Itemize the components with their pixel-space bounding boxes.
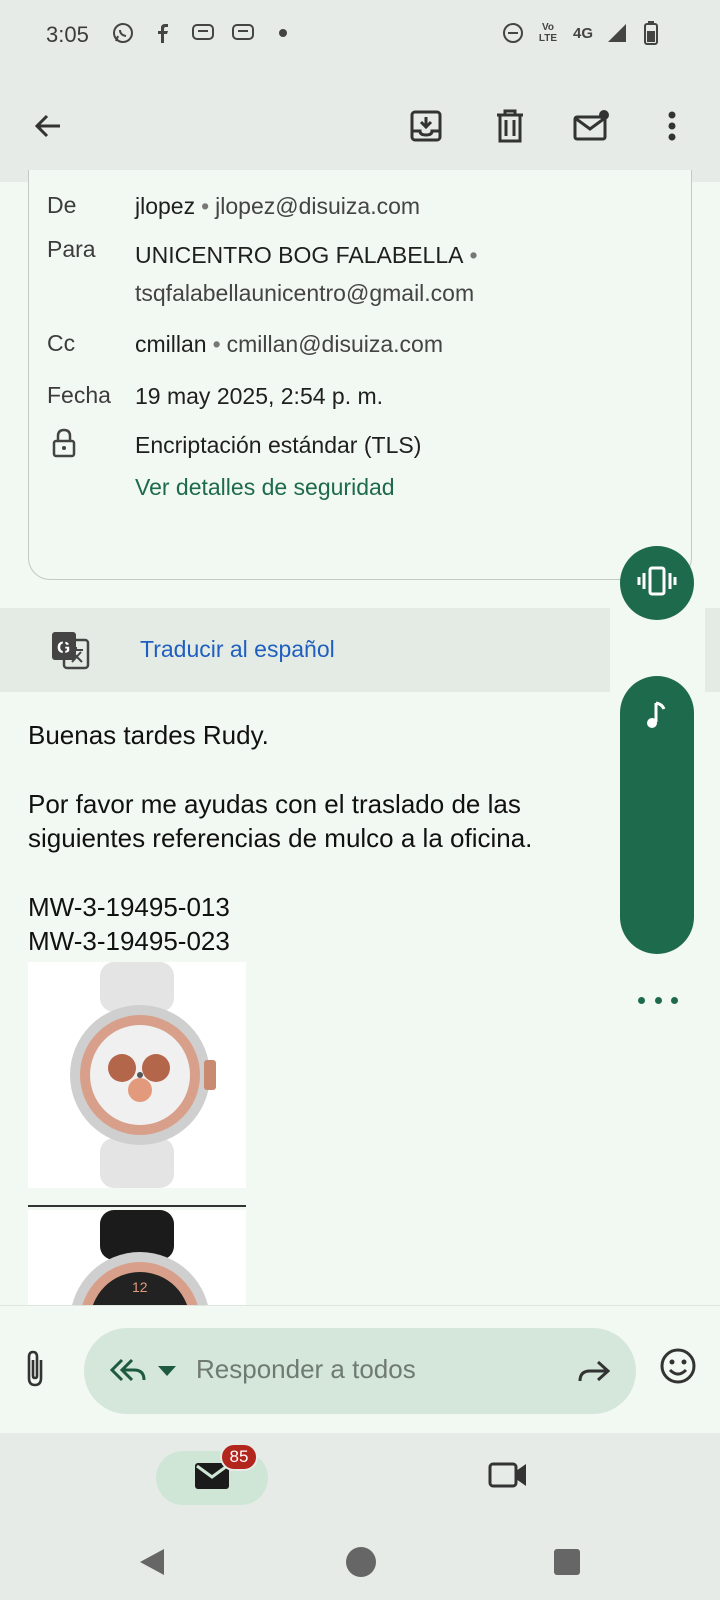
cc-email[interactable]: cmillan@disuiza.com [227,331,443,357]
reference-2: MW-3-19495-023 [28,926,230,956]
bottom-navigation: 85 [0,1433,720,1533]
date-label: Fecha [47,382,111,408]
system-navigation-bar [0,1533,720,1600]
chat-icon [230,20,256,46]
reply-bar: Responder a todos [0,1305,720,1433]
nav-home-icon[interactable] [346,1547,376,1577]
from-row: De jlopez • jlopez@disuiza.com [47,192,421,219]
unread-badge: 85 [220,1443,258,1471]
message-line-1: Por favor me ayudas con el traslado de l… [28,789,521,819]
dnd-icon [500,20,526,46]
reply-all-icon[interactable] [108,1354,148,1388]
notification-icons [110,20,296,46]
lock-icon [47,424,135,508]
reply-input[interactable]: Responder a todos [84,1328,636,1414]
delete-icon[interactable] [486,102,534,150]
music-note-icon [644,700,670,730]
emoji-icon[interactable] [658,1346,698,1386]
message-line-2: siguientes referencias de mulco a la ofi… [28,823,533,853]
from-name: jlopez [135,193,196,219]
nav-back-icon[interactable] [138,1547,166,1582]
svg-text:12: 12 [132,1279,148,1295]
date-value: 19 may 2025, 2:54 p. m. [135,383,384,409]
vibrate-icon [637,565,677,602]
status-time: 3:05 [46,22,89,47]
mark-unread-icon[interactable] [568,102,616,150]
reference-1: MW-3-19495-013 [28,892,230,922]
more-options-icon[interactable] [638,988,678,1012]
security-row: Encriptación estándar (TLS) Ver detalles… [47,424,421,508]
whatsapp-icon [110,20,136,46]
cc-label: Cc [47,330,76,356]
to-label: Para [47,236,96,262]
watch-image-white[interactable] [28,962,246,1188]
from-label: De [47,192,77,218]
dot-icon [270,20,296,46]
forward-icon[interactable] [576,1354,612,1388]
reply-placeholder: Responder a todos [196,1354,416,1384]
translate-link[interactable]: Traducir al español [140,636,335,663]
cc-name: cmillan [135,331,207,357]
vibrate-button[interactable] [620,546,694,620]
system-status-icons: Vo LTE 4G [500,20,664,46]
attach-icon[interactable] [20,1348,62,1390]
back-arrow-icon[interactable] [24,102,72,150]
network-type-icon: 4G [572,24,593,42]
cc-row: Cc cmillan • cmillan@disuiza.com [47,330,443,357]
battery-icon [638,20,664,46]
date-row: Fecha 19 may 2025, 2:54 p. m. [47,382,383,410]
nav-recents-icon[interactable] [554,1549,580,1575]
facebook-icon [150,20,176,46]
video-camera-icon[interactable] [488,1459,528,1499]
app-bar [0,72,720,182]
watch-image-black[interactable]: 12 [28,1210,246,1305]
archive-icon[interactable] [402,102,450,150]
translate-bar-edge [705,608,720,692]
status-bar: 3:05 Vo LTE 4G [0,0,720,72]
signal-icon [604,20,630,46]
volte-icon: Vo LTE [538,22,558,44]
chat-icon [190,20,216,46]
to-name: UNICENTRO BOG FALABELLA [135,242,464,268]
music-control-panel[interactable] [620,676,694,954]
image-divider [28,1205,246,1207]
reply-mode-dropdown-icon[interactable] [158,1366,176,1376]
security-details-link[interactable]: Ver detalles de seguridad [135,474,395,500]
encryption-text: Encriptación estándar (TLS) [135,432,422,458]
to-row: Para UNICENTRO BOG FALABELLA • tsqfalabel… [47,236,484,312]
to-email[interactable]: tsqfalabellaunicentro@gmail.com [135,280,474,306]
message-details-card: De jlopez • jlopez@disuiza.com Para UNICEN… [28,170,692,580]
message-greeting: Buenas tardes Rudy. [28,720,269,750]
translate-icon: G [50,630,90,670]
translate-bar: G Traducir al español [0,608,610,692]
more-vert-icon[interactable] [648,102,696,150]
from-email[interactable]: jlopez@disuiza.com [215,193,420,219]
